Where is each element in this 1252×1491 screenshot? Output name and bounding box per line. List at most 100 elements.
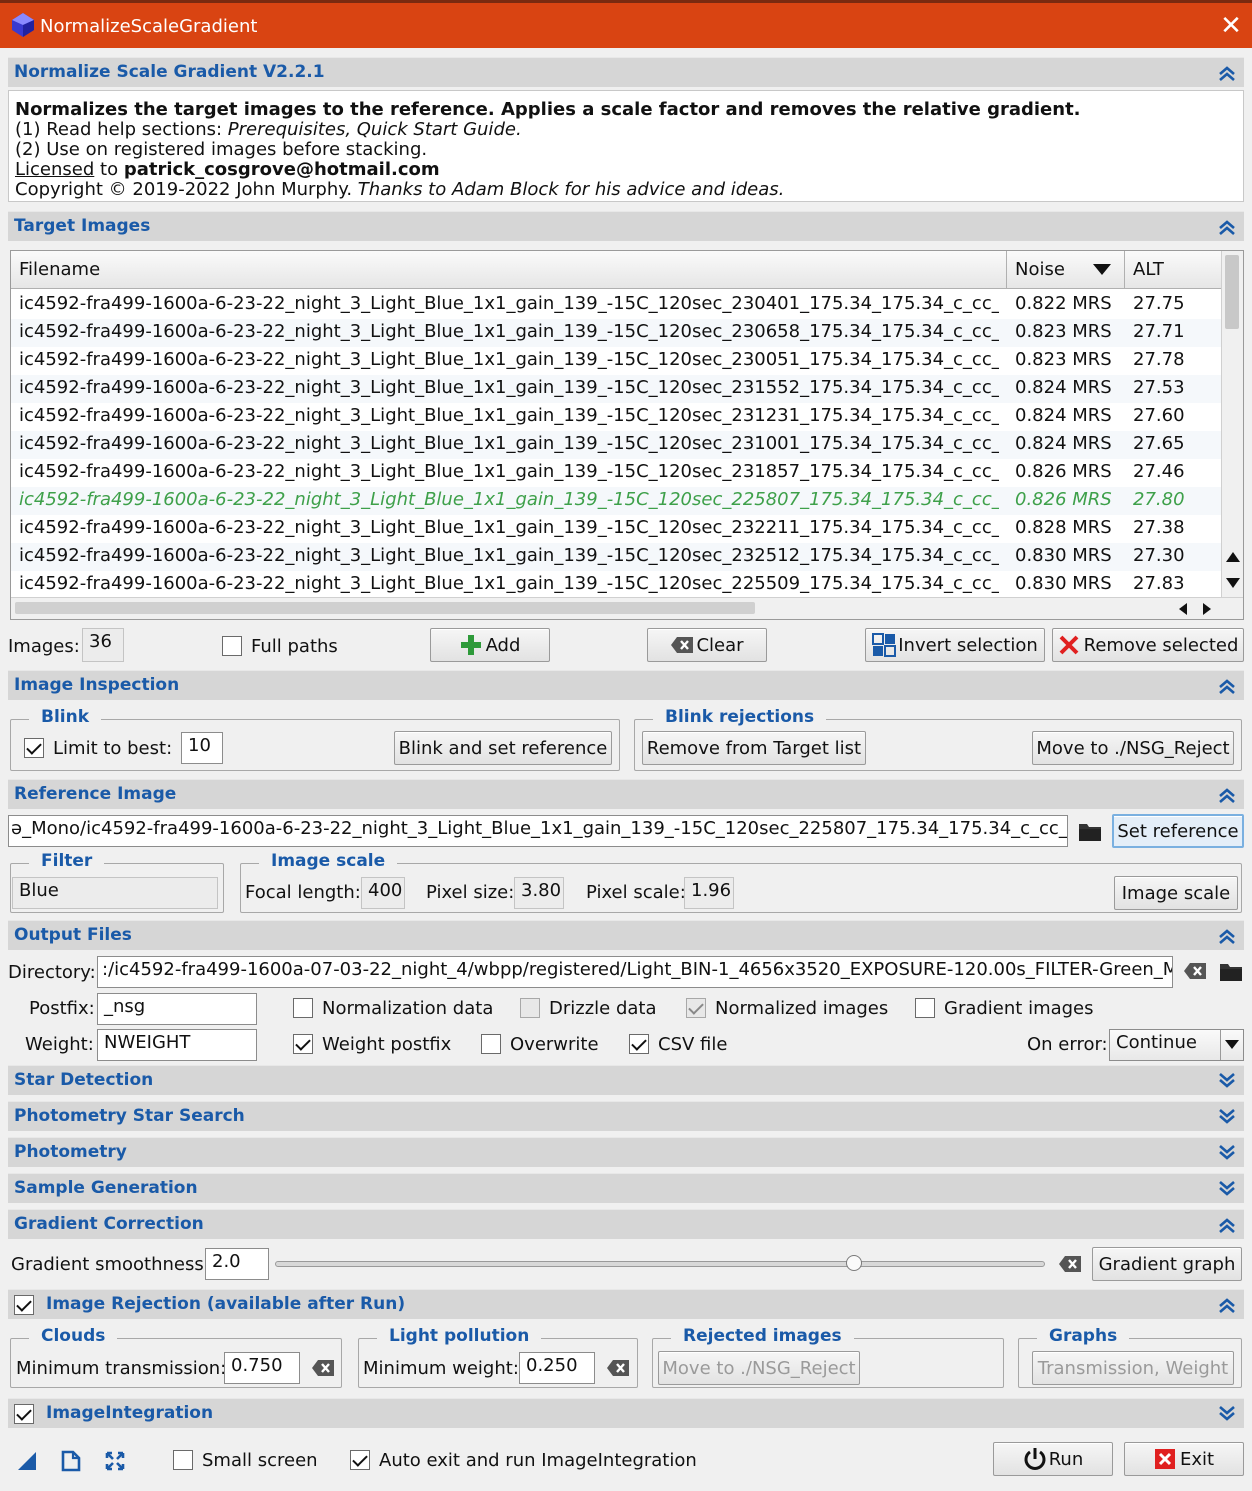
scroll-right-icon[interactable]	[1201, 602, 1213, 616]
table-row[interactable]: ic4592-fra499-1600a-6-23-22_night_3_Ligh…	[11, 571, 1221, 597]
table-row[interactable]: ic4592-fra499-1600a-6-23-22_night_3_Ligh…	[11, 347, 1221, 375]
overwrite-checkbox[interactable]	[481, 1034, 501, 1054]
section-gradient-correction[interactable]: Gradient Correction	[8, 1209, 1244, 1239]
table-row[interactable]: ic4592-fra499-1600a-6-23-22_night_3_Ligh…	[11, 543, 1221, 571]
limit-to-best-input[interactable]: 10	[181, 732, 223, 764]
drizzle-data-label: Drizzle data	[549, 998, 657, 1019]
horizontal-scrollbar[interactable]	[11, 597, 1243, 619]
cell-noise: 0.830 MRS	[1015, 545, 1112, 566]
table-row[interactable]: ic4592-fra499-1600a-6-23-22_night_3_Ligh…	[11, 403, 1221, 431]
transmission-weight-button[interactable]: Transmission, Weight	[1032, 1351, 1234, 1385]
on-error-select[interactable]: Continue	[1109, 1029, 1244, 1061]
table-row[interactable]: ic4592-fra499-1600a-6-23-22_night_3_Ligh…	[11, 431, 1221, 459]
reset-weight-icon[interactable]	[606, 1359, 630, 1377]
remove-selected-button[interactable]: Remove selected	[1052, 628, 1244, 662]
column-alt[interactable]: ALT	[1125, 251, 1221, 289]
expand-arrow-icon[interactable]	[1218, 1072, 1236, 1090]
small-screen-checkbox[interactable]	[173, 1450, 193, 1470]
cell-filename: ic4592-fra499-1600a-6-23-22_night_3_Ligh…	[19, 461, 999, 482]
image-scale-button[interactable]: Image scale	[1114, 876, 1238, 910]
vertical-scrollbar[interactable]	[1221, 251, 1243, 597]
documentation-icon[interactable]	[60, 1450, 82, 1472]
table-row[interactable]: ic4592-fra499-1600a-6-23-22_night_3_Ligh…	[11, 319, 1221, 347]
clear-directory-icon[interactable]	[1183, 962, 1207, 980]
collapse-arrow-icon[interactable]	[1218, 218, 1236, 236]
clear-button[interactable]: Clear	[647, 628, 767, 662]
group-label: Blink	[29, 707, 102, 727]
min-weight-input[interactable]: 0.250	[519, 1352, 595, 1384]
reset-transmission-icon[interactable]	[311, 1359, 335, 1377]
weight-postfix-checkbox[interactable]	[293, 1034, 313, 1054]
gradient-smoothness-input[interactable]: 2.0	[205, 1248, 269, 1280]
min-transmission-input[interactable]: 0.750	[224, 1352, 300, 1384]
set-reference-button[interactable]: Set reference	[1112, 814, 1244, 848]
remove-from-target-button[interactable]: Remove from Target list	[642, 731, 866, 765]
collapse-arrow-icon[interactable]	[1218, 927, 1236, 945]
table-row[interactable]: ic4592-fra499-1600a-6-23-22_night_3_Ligh…	[11, 375, 1221, 403]
target-images-table[interactable]: Filename Noise ALT ic4592-fra499-1600a-6…	[10, 250, 1244, 620]
run-button[interactable]: Run	[993, 1442, 1113, 1476]
reset-smoothness-icon[interactable]	[1058, 1255, 1082, 1273]
expand-arrow-icon[interactable]	[1218, 1405, 1236, 1423]
new-instance-icon[interactable]	[16, 1450, 38, 1472]
section-star-detection[interactable]: Star Detection	[8, 1065, 1244, 1095]
folder-icon[interactable]	[1078, 820, 1102, 842]
invert-selection-button[interactable]: Invert selection	[865, 628, 1045, 662]
scroll-up-icon[interactable]	[1225, 551, 1241, 563]
image-integration-checkbox[interactable]	[14, 1404, 34, 1424]
section-image-integration[interactable]: ImageIntegration	[8, 1398, 1244, 1428]
reset-icon[interactable]	[104, 1450, 126, 1472]
reference-path-input[interactable]: ǝ_Mono/ic4592-fra499-1600a-6-23-22_night…	[8, 815, 1068, 847]
section-image-rejection[interactable]: Image Rejection (available after Run)	[8, 1289, 1244, 1319]
image-rejection-checkbox[interactable]	[14, 1295, 34, 1315]
table-row[interactable]: ic4592-fra499-1600a-6-23-22_night_3_Ligh…	[11, 515, 1221, 543]
limit-to-best-checkbox[interactable]	[24, 738, 44, 758]
weight-input[interactable]: NWEIGHT	[97, 1029, 257, 1061]
auto-exit-checkbox[interactable]	[350, 1450, 370, 1470]
normalized-images-checkbox[interactable]	[686, 998, 706, 1018]
collapse-arrow-icon[interactable]	[1218, 677, 1236, 695]
expand-arrow-icon[interactable]	[1218, 1108, 1236, 1126]
move-to-reject-button[interactable]: Move to ./NSG_Reject	[1032, 731, 1234, 765]
normalization-data-checkbox[interactable]	[293, 998, 313, 1018]
exit-button[interactable]: Exit	[1124, 1442, 1244, 1476]
expand-arrow-icon[interactable]	[1218, 1144, 1236, 1162]
table-row[interactable]: ic4592-fra499-1600a-6-23-22_night_3_Ligh…	[11, 291, 1221, 319]
section-reference-image[interactable]: Reference Image	[8, 779, 1244, 809]
directory-input[interactable]: :/ic4592-fra499-1600a-07-03-22_night_4/w…	[97, 956, 1173, 988]
expand-arrow-icon[interactable]	[1218, 1180, 1236, 1198]
section-photometry-star-search[interactable]: Photometry Star Search	[8, 1101, 1244, 1131]
gradient-smoothness-slider[interactable]	[275, 1255, 1045, 1271]
close-icon[interactable]: ✕	[1218, 13, 1244, 39]
full-paths-checkbox[interactable]	[222, 636, 242, 656]
section-output-files[interactable]: Output Files	[8, 920, 1244, 950]
drizzle-data-checkbox[interactable]	[520, 998, 540, 1018]
gradient-graph-button[interactable]: Gradient graph	[1092, 1247, 1242, 1281]
section-photometry[interactable]: Photometry	[8, 1137, 1244, 1167]
scroll-thumb[interactable]	[1225, 255, 1239, 329]
scroll-thumb[interactable]	[15, 602, 755, 614]
move-rejected-button[interactable]: Move to ./NSG_Reject	[658, 1351, 860, 1385]
column-noise[interactable]: Noise	[1007, 251, 1125, 289]
table-row[interactable]: ic4592-fra499-1600a-6-23-22_night_3_Ligh…	[11, 487, 1221, 515]
collapse-arrow-icon[interactable]	[1218, 786, 1236, 804]
licensed-link[interactable]: Licensed	[15, 159, 94, 180]
table-row[interactable]: ic4592-fra499-1600a-6-23-22_night_3_Ligh…	[11, 459, 1221, 487]
blink-set-reference-button[interactable]: Blink and set reference	[394, 731, 612, 765]
section-sample-generation[interactable]: Sample Generation	[8, 1173, 1244, 1203]
folder-icon[interactable]	[1219, 960, 1243, 982]
section-header[interactable]: Normalize Scale Gradient V2.2.1	[8, 57, 1244, 87]
section-target-images[interactable]: Target Images	[8, 211, 1244, 241]
scroll-left-icon[interactable]	[1177, 602, 1189, 616]
postfix-input[interactable]: _nsg	[97, 993, 257, 1025]
slider-thumb[interactable]	[845, 1255, 862, 1271]
column-filename[interactable]: Filename	[11, 251, 1007, 289]
csv-file-checkbox[interactable]	[629, 1034, 649, 1054]
gradient-images-checkbox[interactable]	[915, 998, 935, 1018]
section-image-inspection[interactable]: Image Inspection	[8, 670, 1244, 700]
collapse-arrow-icon[interactable]	[1218, 1296, 1236, 1314]
collapse-arrow-icon[interactable]	[1218, 1216, 1236, 1234]
scroll-down-icon[interactable]	[1225, 577, 1241, 589]
add-button[interactable]: Add	[430, 628, 550, 662]
collapse-arrow-icon[interactable]	[1218, 64, 1236, 82]
